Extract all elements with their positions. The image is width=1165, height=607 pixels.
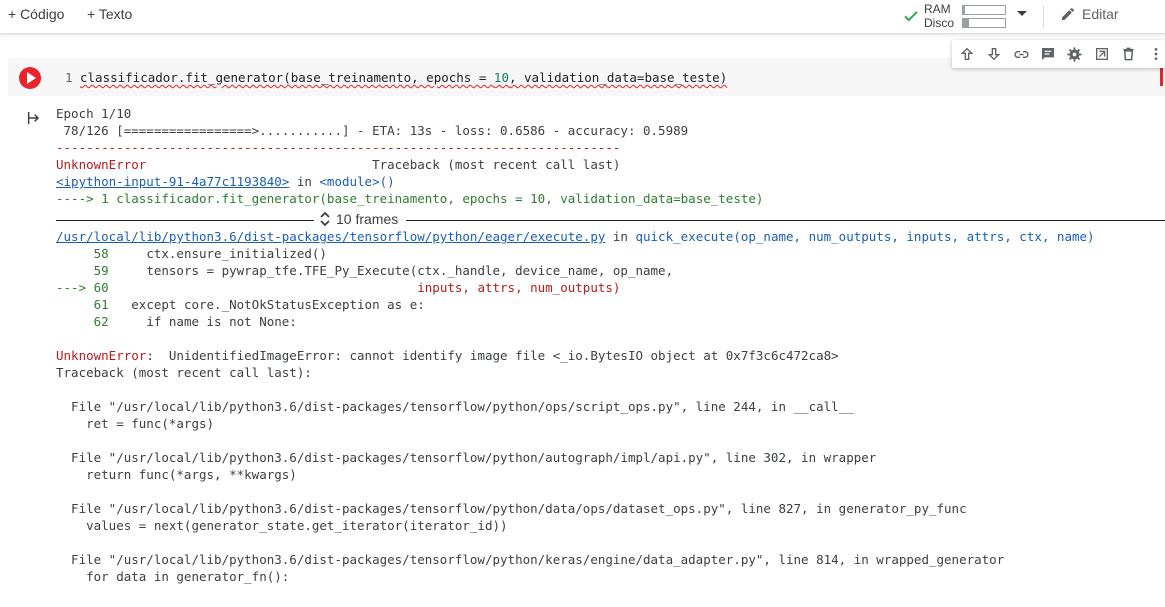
execute-function: quick_execute(op_name, num_outputs, inpu… [635, 229, 1095, 244]
ipython-input-link[interactable]: <ipython-input-91-4a77c1193840> [56, 174, 289, 189]
source-line-code: except core._NotOkStatusException as e: [108, 297, 425, 312]
add-text-label: + Texto [87, 6, 133, 22]
delete-icon[interactable] [1119, 45, 1138, 64]
resources-dropdown-icon[interactable] [1017, 11, 1027, 16]
traceback-title: Traceback (most recent call last): [56, 365, 312, 380]
code-text-prefix: classificador.fit_generator(base_treinam… [80, 70, 494, 85]
run-cell-button[interactable] [19, 67, 41, 89]
cell-output: Epoch 1/10 78/126 [=================>...… [56, 105, 1165, 585]
arrow-code-suffix: , validation_data=base_teste) [545, 191, 764, 206]
traceback-file-line: File "/usr/local/lib/python3.6/dist-pack… [56, 450, 877, 465]
traceback-header-text: Traceback (most recent call last) [146, 157, 621, 172]
disk-label: Disco [924, 16, 955, 30]
frames-label: 10 frames [336, 211, 399, 227]
notebook-toolbar: + Código + Texto RAM Disco Editar [0, 0, 1165, 34]
more-options-icon[interactable] [1146, 45, 1165, 64]
final-error-message: : UnidentifiedImageError: cannot identif… [146, 348, 839, 363]
frames-rule-left [56, 220, 314, 221]
final-error-name: UnknownError [56, 348, 147, 363]
code-line[interactable]: classificador.fit_generator(base_treinam… [80, 70, 727, 85]
traceback-file-line: File "/usr/local/lib/python3.6/dist-pack… [56, 399, 854, 414]
gear-icon[interactable] [1066, 45, 1085, 64]
output-icon[interactable] [26, 110, 42, 126]
edit-label: Editar [1082, 6, 1119, 22]
source-line-number: 59 [56, 263, 109, 278]
traceback-code-line: return func(*args, **kwargs) [56, 467, 297, 482]
source-line: 62 if name is not None: [56, 313, 1165, 330]
ipython-input-line: <ipython-input-91-4a77c1193840> in <modu… [56, 173, 1165, 190]
module-label: <module>() [319, 174, 395, 189]
connected-check-icon [904, 11, 918, 22]
in-word: in [289, 174, 320, 189]
toolbar-divider [1043, 6, 1044, 28]
source-line-code: if name is not None: [108, 314, 297, 329]
disk-usage-bar [962, 18, 1006, 28]
pencil-icon [1062, 7, 1074, 20]
add-code-button[interactable]: + Código [8, 6, 64, 22]
move-down-icon[interactable] [985, 45, 1004, 64]
play-icon [27, 72, 36, 84]
mirror-cell-icon[interactable] [1092, 45, 1111, 64]
code-text-number: 10 [493, 70, 509, 85]
execute-path-link[interactable]: /usr/local/lib/python3.6/dist-packages/t… [56, 229, 605, 244]
arrow-code-number: 10 [530, 191, 546, 206]
error-marker [1160, 68, 1163, 86]
add-code-label: + Código [8, 6, 65, 22]
link-icon[interactable] [1012, 45, 1031, 64]
traceback-header: UnknownError Traceback (most recent call… [56, 156, 1165, 173]
traceback-code-line: values = next(generator_state.get_iterat… [56, 518, 508, 533]
traceback-code-line: ret = func(*args) [56, 416, 215, 431]
progress-line: 78/126 [=================>...........] -… [56, 123, 689, 138]
cell-toolbar [952, 40, 1165, 68]
arrow-code-line: ----> 1 classificador.fit_generator(base… [56, 190, 1165, 207]
epoch-line: Epoch 1/10 [56, 106, 132, 121]
collapsed-frames[interactable]: 10 frames [56, 211, 1165, 228]
code-text-suffix: , validation_data=base_teste) [508, 70, 728, 85]
final-error-line: UnknownError: UnidentifiedImageError: ca… [56, 347, 1165, 364]
expand-collapse-icon [320, 211, 330, 227]
source-line: ---> 60 inputs, attrs, num_outputs) [56, 279, 1165, 296]
source-line: 58 ctx.ensure_initialized() [56, 245, 1165, 262]
source-line-number: 58 [56, 246, 109, 261]
ram-usage-bar [962, 5, 1006, 15]
comment-icon[interactable] [1039, 45, 1058, 64]
source-line: 61 except core._NotOkStatusException as … [56, 296, 1165, 313]
edit-button[interactable]: Editar [1060, 6, 1119, 22]
frames-rule-right [406, 220, 1165, 221]
dash-separator: ----------------------------------------… [56, 140, 621, 155]
ram-label: RAM [924, 2, 951, 16]
source-line-code: inputs, attrs, num_outputs) [108, 280, 621, 295]
source-line: 59 tensors = pywrap_tfe.TFE_Py_Execute(c… [56, 262, 1165, 279]
traceback-file-line: File "/usr/local/lib/python3.6/dist-pack… [56, 501, 967, 516]
code-line-number: 1 [65, 70, 73, 85]
source-line-code: tensors = pywrap_tfe.TFE_Py_Execute(ctx.… [108, 263, 674, 278]
move-up-icon[interactable] [958, 45, 977, 64]
source-line-number: ---> 60 [56, 280, 109, 295]
execute-in-word: in [605, 229, 636, 244]
traceback-code-line: for data in generator_fn(): [56, 569, 290, 584]
source-line-number: 62 [56, 314, 109, 329]
execute-path-line: /usr/local/lib/python3.6/dist-packages/t… [56, 228, 1165, 245]
add-text-button[interactable]: + Texto [87, 6, 132, 22]
source-line-number: 61 [56, 297, 109, 312]
source-line-code: ctx.ensure_initialized() [108, 246, 327, 261]
traceback-file-line: File "/usr/local/lib/python3.6/dist-pack… [56, 552, 1005, 567]
arrow-code-prefix: ----> 1 classificador.fit_generator(base… [56, 191, 531, 206]
previous-cell-remnant [11, 34, 41, 38]
frames-toggle[interactable]: 10 frames [320, 211, 399, 227]
error-name: UnknownError [56, 157, 147, 172]
